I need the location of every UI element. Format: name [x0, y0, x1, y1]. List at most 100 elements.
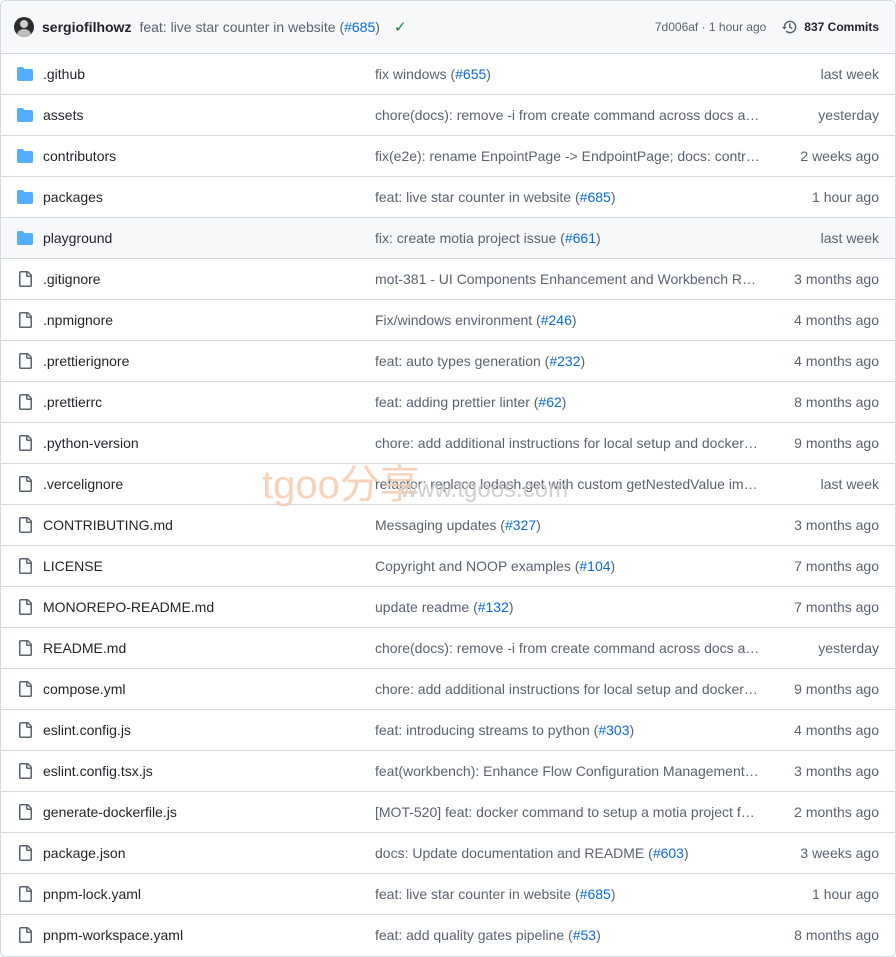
- commit-message-link[interactable]: feat: live star counter in website (#685…: [375, 189, 760, 205]
- pr-link[interactable]: #53: [573, 927, 596, 943]
- file-icon: [17, 640, 33, 656]
- file-row[interactable]: MONOREPO-README.md update readme (#132) 7 …: [1, 587, 895, 628]
- commit-message-link[interactable]: Messaging updates (#327): [375, 517, 760, 533]
- file-name-link[interactable]: pnpm-lock.yaml: [43, 886, 141, 902]
- commit-message-link[interactable]: chore(docs): remove -i from create comma…: [375, 107, 760, 123]
- file-name-link[interactable]: .github: [43, 66, 85, 82]
- commit-message-link[interactable]: feat: live star counter in website (#685…: [375, 886, 760, 902]
- pr-link[interactable]: #685: [580, 189, 611, 205]
- commit-message-link[interactable]: feat(workbench): Enhance Flow Configurat…: [375, 763, 760, 779]
- file-row[interactable]: README.md chore(docs): remove -i from cre…: [1, 628, 895, 669]
- file-row[interactable]: .python-version chore: add additional ins…: [1, 423, 895, 464]
- pr-link[interactable]: #303: [598, 722, 629, 738]
- pr-link[interactable]: #685: [344, 19, 375, 35]
- commit-author-link[interactable]: sergiofilhowz: [42, 19, 131, 35]
- file-name-link[interactable]: contributors: [43, 148, 116, 164]
- avatar[interactable]: [14, 17, 34, 37]
- pr-link[interactable]: #132: [478, 599, 509, 615]
- pr-link[interactable]: #327: [505, 517, 536, 533]
- file-name-link[interactable]: LICENSE: [43, 558, 103, 574]
- commit-message-link[interactable]: chore: add additional instructions for l…: [375, 681, 760, 697]
- file-row[interactable]: compose.yml chore: add additional instruc…: [1, 669, 895, 710]
- file-name-link[interactable]: .python-version: [43, 435, 139, 451]
- pr-link[interactable]: #246: [541, 312, 572, 328]
- file-name-link[interactable]: eslint.config.tsx.js: [43, 763, 153, 779]
- file-name-link[interactable]: assets: [43, 107, 83, 123]
- file-row[interactable]: assets chore(docs): remove -i from create…: [1, 95, 895, 136]
- file-name-link[interactable]: .prettierrc: [43, 394, 102, 410]
- file-name-link[interactable]: package.json: [43, 845, 126, 861]
- file-row[interactable]: eslint.config.js feat: introducing stream…: [1, 710, 895, 751]
- commit-message-link[interactable]: feat: add quality gates pipeline (#53): [375, 927, 760, 943]
- latest-commit-message[interactable]: feat: live star counter in website (#685…: [139, 19, 379, 35]
- file-name-link[interactable]: packages: [43, 189, 103, 205]
- file-name-link[interactable]: playground: [43, 230, 112, 246]
- file-name-link[interactable]: eslint.config.js: [43, 722, 131, 738]
- commit-message-link[interactable]: feat: auto types generation (#232): [375, 353, 760, 369]
- file-row[interactable]: .prettierrc feat: adding prettier linter …: [1, 382, 895, 423]
- file-icon: [17, 394, 33, 410]
- file-row[interactable]: CONTRIBUTING.md Messaging updates (#327) 3…: [1, 505, 895, 546]
- commit-message-link[interactable]: refactor: replace lodash.get with custom…: [375, 476, 760, 492]
- commit-message-link[interactable]: feat: introducing streams to python (#30…: [375, 722, 760, 738]
- file-row[interactable]: LICENSE Copyright and NOOP examples (#104…: [1, 546, 895, 587]
- file-row[interactable]: .gitignore mot-381 - UI Components Enhanc…: [1, 259, 895, 300]
- commit-message-link[interactable]: fix windows (#655): [375, 66, 760, 82]
- file-icon: [17, 435, 33, 451]
- check-icon[interactable]: ✓: [394, 18, 407, 36]
- file-name-link[interactable]: .gitignore: [43, 271, 101, 287]
- file-row[interactable]: pnpm-workspace.yaml feat: add quality gat…: [1, 915, 895, 956]
- file-name-link[interactable]: pnpm-workspace.yaml: [43, 927, 183, 943]
- file-name-link[interactable]: MONOREPO-README.md: [43, 599, 214, 615]
- commit-meta[interactable]: 7d006af · 1 hour ago: [655, 20, 766, 34]
- file-name-link[interactable]: .prettierignore: [43, 353, 129, 369]
- commit-message-link[interactable]: chore(docs): remove -i from create comma…: [375, 640, 760, 656]
- pr-link[interactable]: #685: [580, 886, 611, 902]
- commit-message-link[interactable]: Copyright and NOOP examples (#104): [375, 558, 760, 574]
- commits-count: 837 Commits: [804, 20, 879, 34]
- file-name-link[interactable]: CONTRIBUTING.md: [43, 517, 173, 533]
- commit-message-link[interactable]: update readme (#132): [375, 599, 760, 615]
- commit-message-link[interactable]: fix(e2e): rename EnpointPage -> Endpoint…: [375, 148, 760, 164]
- file-icon: [17, 681, 33, 697]
- commit-date: 8 months ago: [794, 927, 879, 943]
- folder-icon: [17, 66, 33, 82]
- commit-message-link[interactable]: chore: add additional instructions for l…: [375, 435, 760, 451]
- file-name-link[interactable]: .vercelignore: [43, 476, 123, 492]
- file-row[interactable]: package.json docs: Update documentation a…: [1, 833, 895, 874]
- file-row[interactable]: packages feat: live star counter in websi…: [1, 177, 895, 218]
- pr-link[interactable]: #104: [579, 558, 610, 574]
- pr-link[interactable]: #603: [653, 845, 684, 861]
- file-row[interactable]: generate-dockerfile.js [MOT-520] feat: do…: [1, 792, 895, 833]
- pr-link[interactable]: #655: [455, 66, 486, 82]
- commit-date: 3 months ago: [794, 763, 879, 779]
- file-row[interactable]: .vercelignore refactor: replace lodash.ge…: [1, 464, 895, 505]
- commit-message-link[interactable]: mot-381 - UI Components Enhancement and …: [375, 271, 760, 287]
- commit-date: 9 months ago: [794, 435, 879, 451]
- commit-message-link[interactable]: docs: Update documentation and README (#…: [375, 845, 760, 861]
- commits-history-button[interactable]: 837 Commits: [782, 19, 879, 35]
- pr-link[interactable]: #62: [538, 394, 561, 410]
- file-row[interactable]: pnpm-lock.yaml feat: live star counter in…: [1, 874, 895, 915]
- file-row[interactable]: .npmignore Fix/windows environment (#246)…: [1, 300, 895, 341]
- pr-link[interactable]: #661: [565, 230, 596, 246]
- commit-message-link[interactable]: Fix/windows environment (#246): [375, 312, 760, 328]
- file-rows: .github fix windows (#655) last week assets…: [1, 54, 895, 956]
- file-row[interactable]: .prettierignore feat: auto types generati…: [1, 341, 895, 382]
- file-row[interactable]: .github fix windows (#655) last week: [1, 54, 895, 95]
- file-row[interactable]: contributors fix(e2e): rename EnpointPage…: [1, 136, 895, 177]
- file-icon: [17, 845, 33, 861]
- pr-link[interactable]: #232: [549, 353, 580, 369]
- folder-icon: [17, 148, 33, 164]
- file-row[interactable]: playground fix: create motia project issu…: [1, 218, 895, 259]
- file-name-link[interactable]: generate-dockerfile.js: [43, 804, 177, 820]
- file-row[interactable]: eslint.config.tsx.js feat(workbench): Enh…: [1, 751, 895, 792]
- file-name-link[interactable]: compose.yml: [43, 681, 125, 697]
- file-name-link[interactable]: README.md: [43, 640, 126, 656]
- commit-message-link[interactable]: fix: create motia project issue (#661): [375, 230, 760, 246]
- commit-message-link[interactable]: [MOT-520] feat: docker command to setup …: [375, 804, 760, 820]
- commit-date: 3 months ago: [794, 271, 879, 287]
- file-name-link[interactable]: .npmignore: [43, 312, 113, 328]
- commit-message-link[interactable]: feat: adding prettier linter (#62): [375, 394, 760, 410]
- commit-date: 1 hour ago: [812, 189, 879, 205]
